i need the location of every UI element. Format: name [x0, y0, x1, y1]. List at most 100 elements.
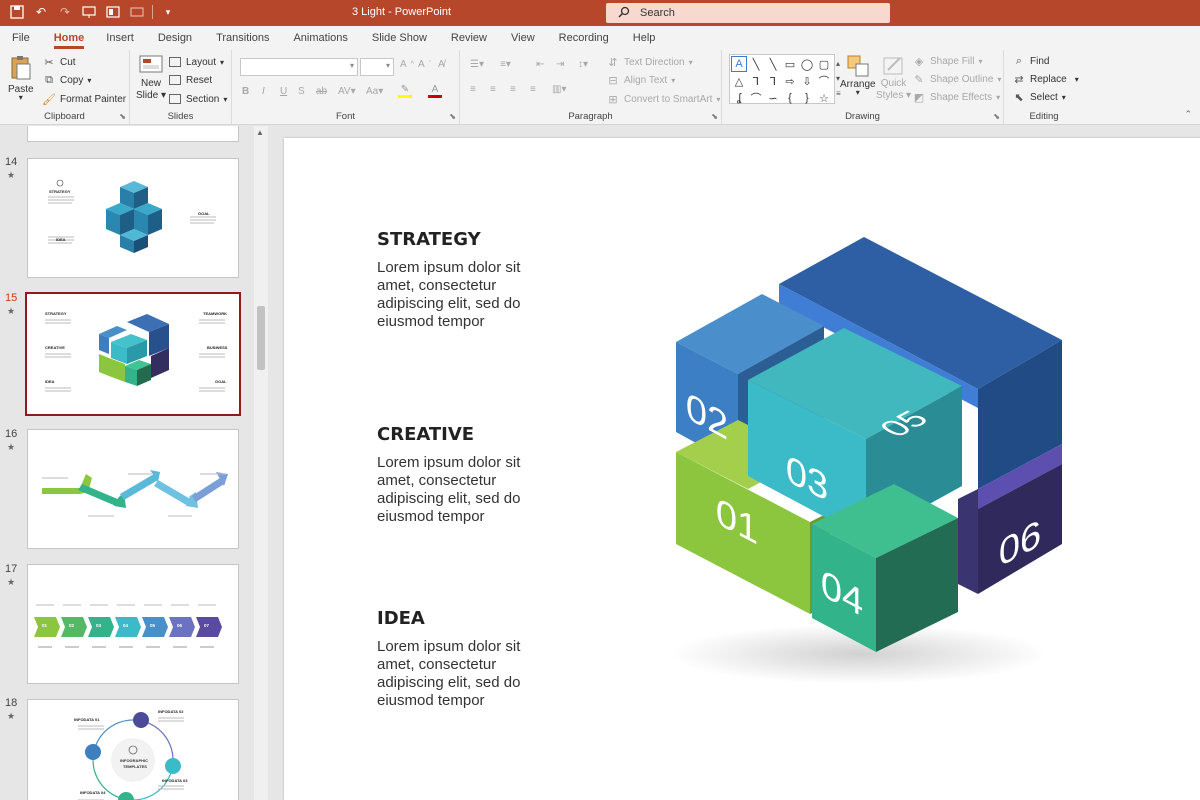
tab-transitions[interactable]: Transitions: [216, 26, 269, 50]
cut-button[interactable]: ✂ Cut: [42, 55, 75, 69]
dialog-launcher-icon[interactable]: ⬊: [449, 112, 456, 121]
connector-shape-icon[interactable]: ⅂: [765, 73, 781, 89]
connector-shape-icon[interactable]: ⅂: [748, 73, 764, 89]
tab-insert[interactable]: Insert: [106, 26, 134, 50]
bullets-icon[interactable]: ☰▾: [470, 59, 484, 70]
search-box[interactable]: Search: [606, 3, 890, 23]
align-center-icon[interactable]: ≡: [490, 84, 496, 95]
rounded-rect-shape-icon[interactable]: ▢: [816, 56, 832, 72]
new-slide-button[interactable]: New Slide ▾: [136, 54, 166, 102]
line-shape-icon[interactable]: ╲: [765, 56, 781, 72]
slide-thumbnail-16[interactable]: [27, 429, 239, 549]
font-label: Font: [335, 111, 355, 122]
brace-shape-icon[interactable]: {: [782, 90, 798, 106]
tab-home[interactable]: Home: [53, 26, 84, 50]
quick-styles-button[interactable]: Quick Styles ▾: [876, 54, 911, 102]
triangle-shape-icon[interactable]: △: [731, 73, 747, 89]
undo-icon[interactable]: ↶: [32, 3, 50, 21]
columns-icon[interactable]: ▥▾: [552, 84, 566, 95]
arrange-button[interactable]: Arrange ▾: [840, 54, 876, 97]
increase-indent-icon[interactable]: ⇥: [556, 59, 564, 70]
tab-animations[interactable]: Animations: [293, 26, 347, 50]
dialog-launcher-icon[interactable]: ⬊: [119, 112, 126, 121]
dialog-launcher-icon[interactable]: ⬊: [711, 112, 718, 121]
shape-outline-button[interactable]: ✎ Shape Outline ▾: [912, 72, 1001, 86]
replace-button[interactable]: ⇄ Replace ▾: [1012, 72, 1078, 86]
tab-file[interactable]: File: [12, 26, 30, 50]
spacing-icon[interactable]: AV▾: [338, 86, 356, 97]
copy-button[interactable]: ⧉ Copy ▾: [42, 73, 91, 87]
star-shape-icon[interactable]: ☆: [816, 90, 832, 106]
highlight-icon[interactable]: ✎: [398, 84, 412, 98]
paste-button[interactable]: Paste ▾: [8, 54, 34, 102]
dialog-launcher-icon[interactable]: ⬊: [993, 112, 1000, 121]
numbering-icon[interactable]: ≡▾: [500, 59, 511, 70]
format-painter-button[interactable]: 🖌 Format Painter: [42, 92, 126, 106]
shape-fill-button[interactable]: ◈ Shape Fill ▾: [912, 54, 983, 68]
curve-shape-icon[interactable]: ∽: [765, 90, 781, 106]
layout-icon[interactable]: [104, 3, 122, 21]
brace-shape-icon[interactable]: }: [799, 90, 815, 106]
scroll-up-icon[interactable]: ▲: [256, 128, 264, 137]
case-icon[interactable]: Aa▾: [366, 86, 383, 97]
convert-smartart-button[interactable]: ⊞ Convert to SmartArt ▾: [606, 92, 720, 106]
scrollbar-thumb[interactable]: [257, 306, 265, 370]
slide-thumbnail-17[interactable]: 01 02 03 04 05 06 07: [27, 564, 239, 684]
shapes-gallery[interactable]: A ╲ ╲ ▭ ◯ ▢ △ ⅂ ⅂ ⇨ ⇩ ⌒ ʆ ⌒ ∽ { } ☆: [729, 54, 835, 106]
line-shape-icon[interactable]: ╲: [748, 56, 764, 72]
underline-icon[interactable]: U: [280, 86, 287, 97]
select-button[interactable]: ⬉ Select ▾: [1012, 90, 1065, 104]
font-color-icon[interactable]: A: [428, 84, 442, 98]
slide-thumbnail-15[interactable]: STRATEGY TEAMWORK CREATIVE BUSINESS IDEA…: [25, 292, 241, 416]
tab-review[interactable]: Review: [451, 26, 487, 50]
slide-canvas[interactable]: STRATEGY Lorem ipsum dolor sit amet, con…: [284, 138, 1200, 800]
thumb15-business: BUSINESS: [207, 345, 228, 350]
decrease-font-icon[interactable]: Aˇ: [418, 59, 431, 70]
tab-view[interactable]: View: [511, 26, 535, 50]
slide-thumbnail-14[interactable]: STRATEGY GOAL IDEA: [27, 158, 239, 278]
align-text-button[interactable]: ⊟ Align Text ▾: [606, 73, 675, 87]
shape-effects-button[interactable]: ◩ Shape Effects ▾: [912, 90, 1000, 104]
layout-button[interactable]: Layout ▾: [168, 55, 224, 69]
align-right-icon[interactable]: ≡: [510, 84, 516, 95]
increase-font-icon[interactable]: A ^: [400, 59, 414, 70]
clear-format-icon[interactable]: A̸: [438, 59, 445, 70]
decrease-indent-icon[interactable]: ⇤: [536, 59, 544, 70]
textbox-shape-icon[interactable]: A: [731, 56, 747, 72]
save-icon[interactable]: [8, 3, 26, 21]
tab-slide-show[interactable]: Slide Show: [372, 26, 427, 50]
rectangle-shape-icon[interactable]: ▭: [782, 56, 798, 72]
arrow-down-shape-icon[interactable]: ⇩: [799, 73, 815, 89]
thumb17-num: 07: [204, 623, 210, 628]
italic-icon[interactable]: I: [262, 86, 265, 97]
align-left-icon[interactable]: ≡: [470, 84, 476, 95]
arrow-right-shape-icon[interactable]: ⇨: [782, 73, 798, 89]
oval-shape-icon[interactable]: ◯: [799, 56, 815, 72]
presentation-icon[interactable]: [80, 3, 98, 21]
strikethrough-icon[interactable]: ab: [316, 86, 327, 97]
collapse-ribbon-icon[interactable]: ⌃: [1184, 109, 1192, 120]
justify-icon[interactable]: ≡: [530, 84, 536, 95]
tab-recording[interactable]: Recording: [559, 26, 609, 50]
shape-icon[interactable]: [128, 3, 146, 21]
tab-help[interactable]: Help: [633, 26, 656, 50]
font-size-field[interactable]: ▾: [360, 58, 394, 76]
reset-button[interactable]: Reset: [168, 73, 212, 87]
customize-qat-icon[interactable]: ▾: [159, 3, 177, 21]
arc-shape-icon[interactable]: ⌒: [748, 90, 764, 106]
panel-scrollbar[interactable]: ▲: [254, 126, 268, 800]
find-button[interactable]: ⌕ Find: [1012, 54, 1050, 68]
bold-icon[interactable]: B: [242, 86, 249, 97]
freeform-shape-icon[interactable]: ⌒: [816, 73, 832, 89]
slide-thumbnail-13[interactable]: [27, 126, 239, 142]
section-button[interactable]: Section ▾: [168, 92, 227, 106]
drawing-label: Drawing: [845, 111, 880, 122]
line-spacing-icon[interactable]: ↕▾: [578, 59, 588, 70]
font-name-field[interactable]: ▾: [240, 58, 358, 76]
text-direction-button[interactable]: ⇵ Text Direction ▾: [606, 55, 692, 69]
slide-thumbnail-18[interactable]: INFODATA 01 INFODATA 02 INFODATA 03 INFO…: [27, 699, 239, 800]
tab-design[interactable]: Design: [158, 26, 192, 50]
redo-icon[interactable]: ↷: [56, 3, 74, 21]
shadow-icon[interactable]: S: [298, 86, 305, 97]
scribble-shape-icon[interactable]: ʆ: [731, 90, 747, 106]
